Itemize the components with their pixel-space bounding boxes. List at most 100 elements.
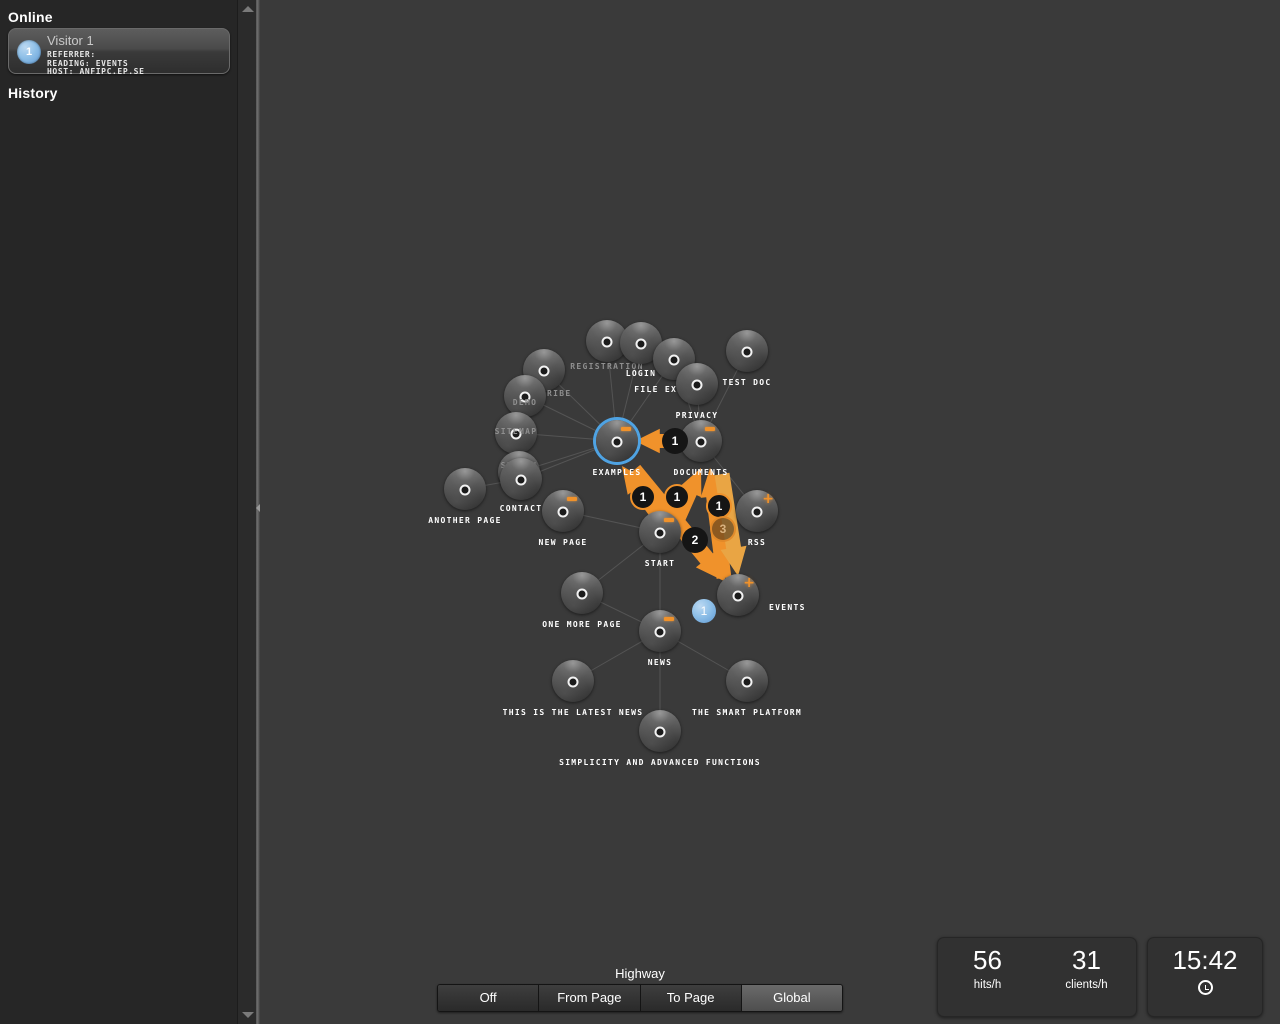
visitor-title: Visitor 1 bbox=[47, 33, 94, 48]
flow-counter-badge[interactable]: 1 bbox=[662, 428, 688, 454]
node-collapse-minus-icon[interactable] bbox=[567, 497, 577, 501]
highway-control: Highway Off From Page To Page Global bbox=[437, 966, 843, 1012]
flow-counter-badge[interactable]: 3 bbox=[710, 516, 736, 542]
graph-node-one-more-page[interactable]: ONE MORE PAGE bbox=[542, 572, 620, 629]
graph-node-label: NEWS bbox=[647, 658, 673, 667]
node-center-dot bbox=[654, 527, 666, 539]
node-center-dot bbox=[567, 676, 579, 688]
graph-node-this-is-the-latest-news[interactable]: THIS IS THE LATEST NEWS bbox=[503, 660, 642, 717]
node-center-dot bbox=[601, 336, 613, 348]
node-expand-plus-icon[interactable]: + bbox=[762, 492, 774, 506]
node-center-dot bbox=[741, 676, 753, 688]
node-center-dot bbox=[732, 590, 744, 602]
hits-label: hits/h bbox=[973, 979, 1002, 991]
graph-node-news[interactable]: NEWS bbox=[639, 610, 681, 667]
visitor-card[interactable]: 1 Visitor 1 REFERRER: READING: EVENTS HO… bbox=[8, 28, 230, 76]
clients-stat: 31 clients/h bbox=[1037, 938, 1136, 1016]
graph-node-label: RSS bbox=[747, 538, 767, 547]
node-center-dot bbox=[654, 726, 666, 738]
graph-node-label: EVENTS bbox=[769, 603, 806, 612]
node-center-dot bbox=[515, 474, 527, 486]
flow-counter-badge[interactable]: 1 bbox=[664, 484, 690, 510]
highway-segmented-control[interactable]: Off From Page To Page Global bbox=[437, 984, 843, 1012]
graph-node-label: THIS IS THE LATEST NEWS bbox=[502, 708, 644, 717]
graph-node-label: SIMPLICITY AND ADVANCED FUNCTIONS bbox=[559, 758, 761, 767]
graph-node-test-doc[interactable]: TEST DOC bbox=[723, 330, 770, 387]
node-center-dot bbox=[611, 436, 623, 448]
node-sphere: + bbox=[736, 490, 778, 532]
graph-node-label: CONTACT bbox=[499, 504, 543, 513]
graph-node-examples[interactable]: EXAMPLES bbox=[593, 420, 640, 477]
graph-node-events[interactable]: + EVENTS bbox=[717, 574, 804, 616]
graph-node-demo[interactable]: DEMO bbox=[504, 375, 546, 417]
node-center-dot bbox=[751, 506, 763, 518]
node-center-dot bbox=[691, 379, 703, 391]
flow-counter-badge[interactable]: 1 bbox=[706, 493, 732, 519]
node-sphere bbox=[639, 610, 681, 652]
graph-node-simplicity-and-advanced-functions[interactable]: SIMPLICITY AND ADVANCED FUNCTIONS bbox=[559, 710, 760, 767]
highway-option-off[interactable]: Off bbox=[438, 985, 540, 1011]
flow-counter-badge[interactable]: 1 bbox=[630, 484, 656, 510]
graph-node-another-page[interactable]: ANOTHER PAGE bbox=[428, 468, 500, 525]
node-sphere bbox=[542, 490, 584, 532]
node-sphere bbox=[596, 420, 638, 462]
node-center-dot bbox=[695, 436, 707, 448]
node-sphere bbox=[726, 330, 768, 372]
node-sphere: + bbox=[717, 574, 759, 616]
node-sphere bbox=[500, 458, 542, 500]
node-sphere bbox=[639, 710, 681, 752]
node-center-dot bbox=[654, 626, 666, 638]
flow-counter-badge[interactable]: 2 bbox=[682, 527, 708, 553]
clock-value: 15:42 bbox=[1172, 945, 1238, 975]
highway-option-global[interactable]: Global bbox=[741, 985, 842, 1011]
graph-node-label: DOCUMENTS bbox=[673, 468, 729, 477]
node-center-dot bbox=[557, 506, 569, 518]
node-center-dot bbox=[635, 338, 647, 350]
graph-node-label: START bbox=[644, 559, 676, 568]
flow-counter-badge[interactable]: 1 bbox=[692, 599, 716, 623]
clients-value: 31 bbox=[1072, 945, 1101, 975]
visitor-avatar: 1 bbox=[17, 40, 41, 64]
node-collapse-minus-icon[interactable] bbox=[621, 427, 631, 431]
node-collapse-minus-icon[interactable] bbox=[705, 427, 715, 431]
node-sphere bbox=[444, 468, 486, 510]
graph-node-label: SITEMAP bbox=[494, 427, 538, 436]
graph-node-label: TEST DOC bbox=[722, 378, 772, 387]
graph-node-sitemap[interactable]: SITEMAP bbox=[495, 412, 537, 454]
stats-box: 56 hits/h 31 clients/h bbox=[937, 937, 1137, 1017]
graph-node-label: PRIVACY bbox=[675, 411, 719, 420]
node-sphere bbox=[552, 660, 594, 702]
node-sphere bbox=[676, 363, 718, 405]
node-sphere bbox=[504, 375, 546, 417]
graph-nodes[interactable]: REGISTRATIONLOGINSUBSCRIBEFILE EXPLORERT… bbox=[260, 0, 1280, 1024]
graph-node-label: ONE MORE PAGE bbox=[542, 620, 622, 629]
graph-node-new-page[interactable]: NEW PAGE bbox=[539, 490, 586, 547]
graph-node-start[interactable]: START bbox=[639, 511, 681, 568]
graph-node-label: THE SMART PLATFORM bbox=[691, 708, 803, 717]
node-sphere bbox=[561, 572, 603, 614]
graph-node-privacy[interactable]: PRIVACY bbox=[676, 363, 718, 420]
hits-value: 56 bbox=[973, 945, 1002, 975]
hits-stat: 56 hits/h bbox=[938, 938, 1037, 1016]
graph-node-label: LOGIN bbox=[625, 369, 657, 378]
triangle-up-icon[interactable] bbox=[242, 6, 254, 12]
clients-label: clients/h bbox=[1065, 979, 1108, 991]
history-header: History bbox=[8, 85, 58, 101]
node-collapse-minus-icon[interactable] bbox=[664, 617, 674, 621]
node-expand-plus-icon[interactable]: + bbox=[743, 576, 755, 590]
triangle-down-icon[interactable] bbox=[242, 1012, 254, 1018]
graph-node-contact[interactable]: CONTACT bbox=[500, 458, 542, 513]
graph-stage[interactable]: REGISTRATIONLOGINSUBSCRIBEFILE EXPLORERT… bbox=[260, 0, 1280, 1024]
sidebar: Online 1 Visitor 1 REFERRER: READING: EV… bbox=[0, 0, 237, 1024]
node-sphere bbox=[726, 660, 768, 702]
highway-title: Highway bbox=[615, 966, 665, 981]
highway-option-to-page[interactable]: To Page bbox=[640, 985, 742, 1011]
node-center-dot bbox=[459, 484, 471, 496]
graph-node-label: ANOTHER PAGE bbox=[428, 516, 502, 525]
node-collapse-minus-icon[interactable] bbox=[664, 518, 674, 522]
graph-node-the-smart-platform[interactable]: THE SMART PLATFORM bbox=[692, 660, 801, 717]
graph-node-rss[interactable]: + RSS bbox=[736, 490, 778, 547]
visitor-host: HOST: ANFIPC.EP.SE bbox=[47, 67, 145, 76]
clock-icon bbox=[1197, 980, 1213, 995]
highway-option-from-page[interactable]: From Page bbox=[539, 985, 641, 1011]
